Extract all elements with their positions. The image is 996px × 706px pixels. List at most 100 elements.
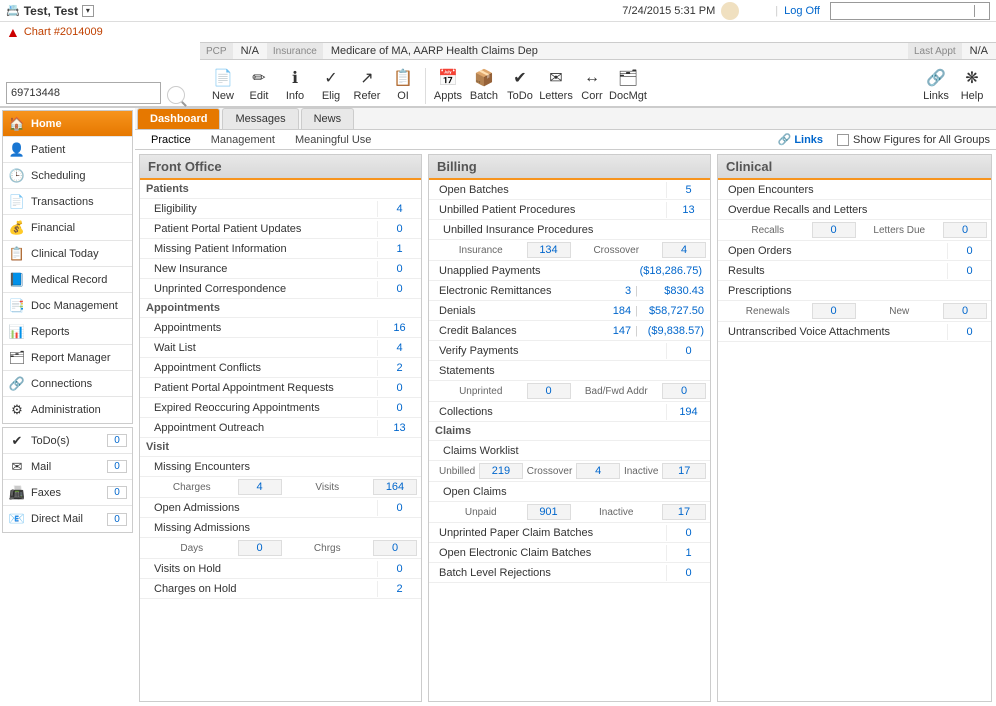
crossover-subvalue[interactable]: 4 xyxy=(662,242,706,258)
prescriptions[interactable]: Prescriptions xyxy=(718,285,991,297)
verify-payments[interactable]: Verify Payments xyxy=(429,345,666,357)
cw-crossover-value[interactable]: 4 xyxy=(576,463,620,479)
row-value[interactable]: 2 xyxy=(377,581,421,597)
toolbar-batch[interactable]: 📦Batch xyxy=(466,62,502,104)
row-label[interactable]: Batch Level Rejections xyxy=(429,567,666,579)
row-value[interactable]: 1 xyxy=(666,545,710,561)
inactive-value[interactable]: 17 xyxy=(662,463,706,479)
row-value[interactable]: 0 xyxy=(377,500,421,516)
nav-directmail[interactable]: 📧Direct Mail0 xyxy=(3,506,132,532)
row-value[interactable]: 0 xyxy=(666,565,710,581)
row-value[interactable]: 13 xyxy=(377,420,421,436)
denials-label[interactable]: Denials xyxy=(429,305,595,317)
unbilled-value[interactable]: 219 xyxy=(479,463,523,479)
search-input[interactable] xyxy=(6,82,161,104)
patient-dropdown[interactable]: ▾ xyxy=(82,5,94,17)
row-value[interactable]: 0 xyxy=(666,525,710,541)
row-label[interactable]: Patient Portal Patient Updates xyxy=(140,223,377,235)
nav-medical-record[interactable]: 📘Medical Record xyxy=(3,267,132,293)
row-value[interactable]: 0 xyxy=(377,400,421,416)
row-value[interactable]: 2 xyxy=(377,360,421,376)
toolbar-refer[interactable]: ↗Refer xyxy=(349,62,385,104)
row-value[interactable]: 16 xyxy=(377,320,421,336)
row-value[interactable]: 0 xyxy=(377,221,421,237)
row-value[interactable]: 0 xyxy=(947,263,991,279)
row-label[interactable]: Appointments xyxy=(140,322,377,334)
recalls-value[interactable]: 0 xyxy=(812,222,856,238)
nav-patient[interactable]: 👤Patient xyxy=(3,137,132,163)
untranscribed-value[interactable]: 0 xyxy=(947,324,991,340)
subtab-meaningful-use[interactable]: Meaningful Use xyxy=(285,132,381,148)
row-label[interactable]: Expired Reoccuring Appointments xyxy=(140,402,377,414)
row-label[interactable]: Open Admissions xyxy=(140,502,377,514)
row-label[interactable]: Appointment Outreach xyxy=(140,422,377,434)
badaddr-value[interactable]: 0 xyxy=(662,383,706,399)
erem-amount[interactable]: $830.43 xyxy=(638,285,710,297)
nav-administration[interactable]: ⚙Administration xyxy=(3,397,132,423)
patient-name[interactable]: Test, Test xyxy=(24,4,78,18)
open-claims[interactable]: Open Claims xyxy=(429,486,710,498)
row-value[interactable]: 4 xyxy=(377,340,421,356)
tab-news[interactable]: News xyxy=(301,108,355,129)
unapplied-value[interactable]: ($18,286.75) xyxy=(610,265,710,277)
search-icon[interactable] xyxy=(167,86,185,104)
row-label[interactable]: New Insurance xyxy=(140,263,377,275)
tab-dashboard[interactable]: Dashboard xyxy=(137,108,220,129)
row-label[interactable]: Open Batches xyxy=(429,184,666,196)
chrgs-value[interactable]: 0 xyxy=(373,540,417,556)
row-label[interactable]: Visits on Hold xyxy=(140,563,377,575)
top-dropdown[interactable] xyxy=(830,2,990,20)
row-value[interactable]: 0 xyxy=(377,281,421,297)
untranscribed[interactable]: Untranscribed Voice Attachments xyxy=(718,326,947,338)
row-label[interactable]: Open Electronic Claim Batches xyxy=(429,547,666,559)
row-label[interactable]: Patient Portal Appointment Requests xyxy=(140,382,377,394)
oc-inactive-value[interactable]: 17 xyxy=(662,504,706,520)
nav-connections[interactable]: 🔗Connections xyxy=(3,371,132,397)
nav-doc-management[interactable]: 📑Doc Management xyxy=(3,293,132,319)
row-label[interactable]: Unprinted Correspondence xyxy=(140,283,377,295)
renewals-value[interactable]: 0 xyxy=(812,303,856,319)
row-value[interactable]: 13 xyxy=(666,202,710,218)
nav-clinical-today[interactable]: 📋Clinical Today xyxy=(3,241,132,267)
nav-todos[interactable]: ✔ToDo(s)0 xyxy=(3,428,132,454)
row-label[interactable]: Open Orders xyxy=(718,245,947,257)
toolbar-elig[interactable]: ✓Elig xyxy=(313,62,349,104)
row-value[interactable]: 5 xyxy=(666,182,710,198)
subtab-practice[interactable]: Practice xyxy=(141,132,201,148)
nav-scheduling[interactable]: 🕒Scheduling xyxy=(3,163,132,189)
collections-value[interactable]: 194 xyxy=(666,404,710,420)
chart-number[interactable]: Chart #2014009 xyxy=(24,26,103,38)
new-value[interactable]: 0 xyxy=(943,303,987,319)
nav-home[interactable]: 🏠Home xyxy=(3,111,132,137)
row-value[interactable]: 0 xyxy=(947,243,991,259)
row-value[interactable]: 4 xyxy=(377,201,421,217)
subtab-management[interactable]: Management xyxy=(201,132,285,148)
denials-amount[interactable]: $58,727.50 xyxy=(638,305,710,317)
toolbar-todo[interactable]: ✔ToDo xyxy=(502,62,538,104)
row-label[interactable]: Charges on Hold xyxy=(140,583,377,595)
nav-mail[interactable]: ✉Mail0 xyxy=(3,454,132,480)
toolbar-help[interactable]: ❋Help xyxy=(954,62,990,104)
nav-financial[interactable]: 💰Financial xyxy=(3,215,132,241)
row-label[interactable]: Appointment Conflicts xyxy=(140,362,377,374)
logoff-link[interactable]: Log Off xyxy=(784,5,820,17)
credit-count[interactable]: 147 xyxy=(595,325,635,337)
nav-transactions[interactable]: 📄Transactions xyxy=(3,189,132,215)
toolbar-oi[interactable]: 📋OI xyxy=(385,62,421,104)
row-label[interactable]: Wait List xyxy=(140,342,377,354)
open-encounters[interactable]: Open Encounters xyxy=(718,184,991,196)
days-value[interactable]: 0 xyxy=(238,540,282,556)
erem-label[interactable]: Electronic Remittances xyxy=(429,285,595,297)
overdue-recalls[interactable]: Overdue Recalls and Letters xyxy=(718,204,991,216)
row-label[interactable]: Eligibility xyxy=(140,203,377,215)
missing-admissions[interactable]: Missing Admissions xyxy=(140,522,421,534)
toolbar-info[interactable]: ℹInfo xyxy=(277,62,313,104)
missing-encounters[interactable]: Missing Encounters xyxy=(140,461,421,473)
row-value[interactable]: 0 xyxy=(377,561,421,577)
tab-messages[interactable]: Messages xyxy=(222,108,298,129)
verify-value[interactable]: 0 xyxy=(666,343,710,359)
alert-icon[interactable]: ▲ xyxy=(6,24,20,40)
toolbar-letters[interactable]: ✉Letters xyxy=(538,62,574,104)
denials-count[interactable]: 184 xyxy=(595,305,635,317)
unpaid-value[interactable]: 901 xyxy=(527,504,571,520)
